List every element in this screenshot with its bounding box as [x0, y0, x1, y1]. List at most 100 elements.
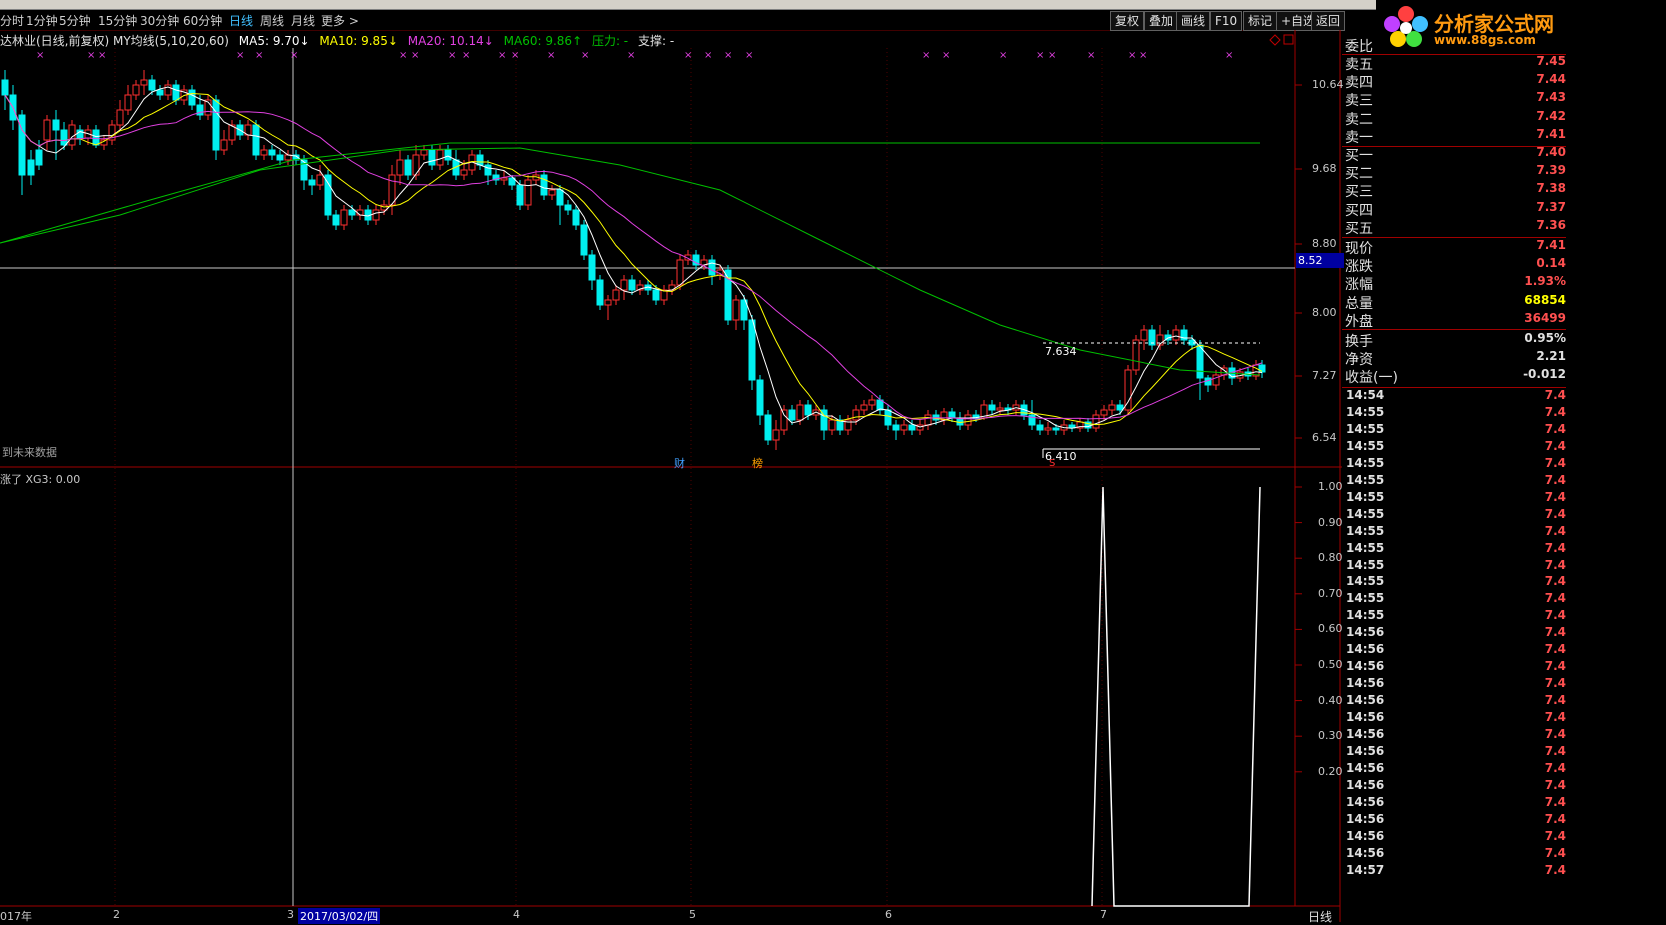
ask-row[interactable]: 卖三 7.43 — [1342, 90, 1566, 109]
bid-row[interactable]: 买四 7.37 — [1342, 200, 1566, 219]
candlestick — [996, 402, 1004, 415]
bid-row[interactable]: 买三 7.38 — [1342, 181, 1566, 200]
signal-marker: × — [922, 50, 930, 61]
tick-time: 14:56 — [1346, 642, 1385, 657]
tick-price: 7.4 — [1544, 845, 1566, 860]
order-level-price: 7.40 — [1536, 145, 1566, 159]
tick-price: 7.4 — [1544, 404, 1566, 419]
candlestick — [324, 170, 332, 220]
bid-row[interactable]: 买二 7.39 — [1342, 163, 1566, 182]
tick-time: 14:54 — [1346, 388, 1385, 402]
candlestick — [1156, 325, 1164, 350]
candlestick — [18, 110, 26, 195]
finance-marker[interactable]: 财 — [674, 455, 685, 471]
candlestick — [228, 120, 236, 145]
tick-time: 14:56 — [1346, 811, 1385, 826]
tick-time: 14:56 — [1346, 693, 1385, 708]
candlestick — [764, 410, 772, 445]
candlestick — [948, 408, 956, 422]
candlestick — [1212, 370, 1220, 390]
date-label: 6 — [885, 908, 892, 921]
signal-marker: × — [411, 50, 419, 61]
candlestick — [43, 115, 51, 150]
order-level-label: 卖二 — [1345, 111, 1373, 128]
ask-row[interactable]: 卖五 7.45 — [1342, 54, 1566, 73]
order-level-price: 7.39 — [1536, 163, 1566, 178]
tick-time: 14:55 — [1346, 608, 1385, 623]
quote-label: 总量 — [1345, 295, 1373, 312]
signal-marker: × — [1225, 50, 1233, 61]
quote-value: 36499 — [1524, 310, 1566, 325]
bid-row[interactable]: 买一 7.40 — [1342, 145, 1566, 164]
candlestick — [1140, 325, 1148, 350]
quote-label: 外盘 — [1345, 313, 1373, 330]
signal-marker: × — [1048, 50, 1056, 61]
tick-price: 7.4 — [1544, 862, 1566, 877]
tick-row: 14:55 7.4 — [1342, 456, 1566, 473]
candlestick — [740, 295, 748, 330]
diamond-icon[interactable] — [1269, 34, 1281, 46]
tick-row: 14:56 7.4 — [1342, 693, 1566, 710]
tick-row: 14:56 7.4 — [1342, 846, 1566, 863]
candlestick — [1148, 325, 1156, 350]
tick-time: 14:55 — [1346, 455, 1385, 470]
tick-time: 14:55 — [1346, 574, 1385, 589]
order-level-price: 7.44 — [1536, 72, 1566, 87]
tick-price: 7.4 — [1544, 743, 1566, 758]
candlestick — [492, 170, 500, 185]
quote-label: 收益(一) — [1345, 370, 1398, 387]
ask-row[interactable]: 卖二 7.42 — [1342, 109, 1566, 128]
candlestick — [868, 395, 876, 410]
window-icon[interactable] — [1283, 34, 1294, 45]
panel-divider — [1342, 54, 1566, 55]
ma20-line — [4, 94, 1263, 421]
candlestick — [540, 170, 548, 200]
candlestick — [1124, 365, 1132, 415]
signal-marker: × — [1036, 50, 1044, 61]
candlestick — [604, 295, 612, 320]
candlestick — [164, 80, 172, 100]
candlestick — [340, 205, 348, 230]
candlestick — [596, 275, 604, 310]
candlestick — [404, 155, 412, 180]
bid-row[interactable]: 买五 7.36 — [1342, 218, 1566, 237]
tick-price: 7.4 — [1544, 591, 1566, 606]
future-data-note: 到未来数据 — [2, 446, 57, 459]
candlestick — [1132, 335, 1140, 375]
tick-time: 14:55 — [1346, 404, 1385, 419]
tick-time: 14:55 — [1346, 438, 1385, 453]
tick-time: 14:56 — [1346, 676, 1385, 691]
price-tick: 8.00 — [1312, 306, 1337, 319]
order-level-price: 7.45 — [1536, 54, 1566, 68]
order-level-label: 买一 — [1345, 148, 1373, 164]
signal-marker: × — [547, 50, 555, 61]
flower-logo-icon — [1384, 6, 1428, 47]
candlestick — [860, 400, 868, 415]
price-tick: 9.68 — [1312, 162, 1337, 175]
candlestick — [772, 420, 780, 450]
kline-chart[interactable]: × × × × × × × × × × × × × × × × × × × × × × × × × × × × — [0, 0, 1342, 922]
signal-marker: × — [1128, 50, 1136, 61]
quote-value: 68854 — [1524, 292, 1566, 307]
candlestick — [924, 410, 932, 430]
signal-marker: × — [98, 50, 106, 61]
ask-row[interactable]: 卖四 7.44 — [1342, 72, 1566, 91]
cursor-price-label: 8.52 — [1296, 253, 1344, 268]
candlestick — [900, 420, 908, 435]
ask-row[interactable]: 卖一 7.41 — [1342, 127, 1566, 146]
signal-marker: × — [704, 50, 712, 61]
tick-price: 7.4 — [1544, 760, 1566, 775]
tick-row: 14:56 7.4 — [1342, 795, 1566, 812]
order-level-price: 7.38 — [1536, 181, 1566, 196]
rank-marker[interactable]: 榜 — [752, 455, 763, 471]
quote-row: 收益(一) -0.012 — [1342, 367, 1566, 387]
tick-row: 14:56 7.4 — [1342, 625, 1566, 642]
tick-time: 14:56 — [1346, 710, 1385, 725]
tick-time: 14:55 — [1346, 540, 1385, 555]
tick-price: 7.4 — [1544, 727, 1566, 741]
candlestick — [108, 120, 116, 145]
tick-price: 7.4 — [1544, 523, 1566, 538]
quote-value: 2.21 — [1536, 349, 1566, 364]
candlestick — [548, 185, 556, 200]
candlestick — [244, 120, 252, 140]
